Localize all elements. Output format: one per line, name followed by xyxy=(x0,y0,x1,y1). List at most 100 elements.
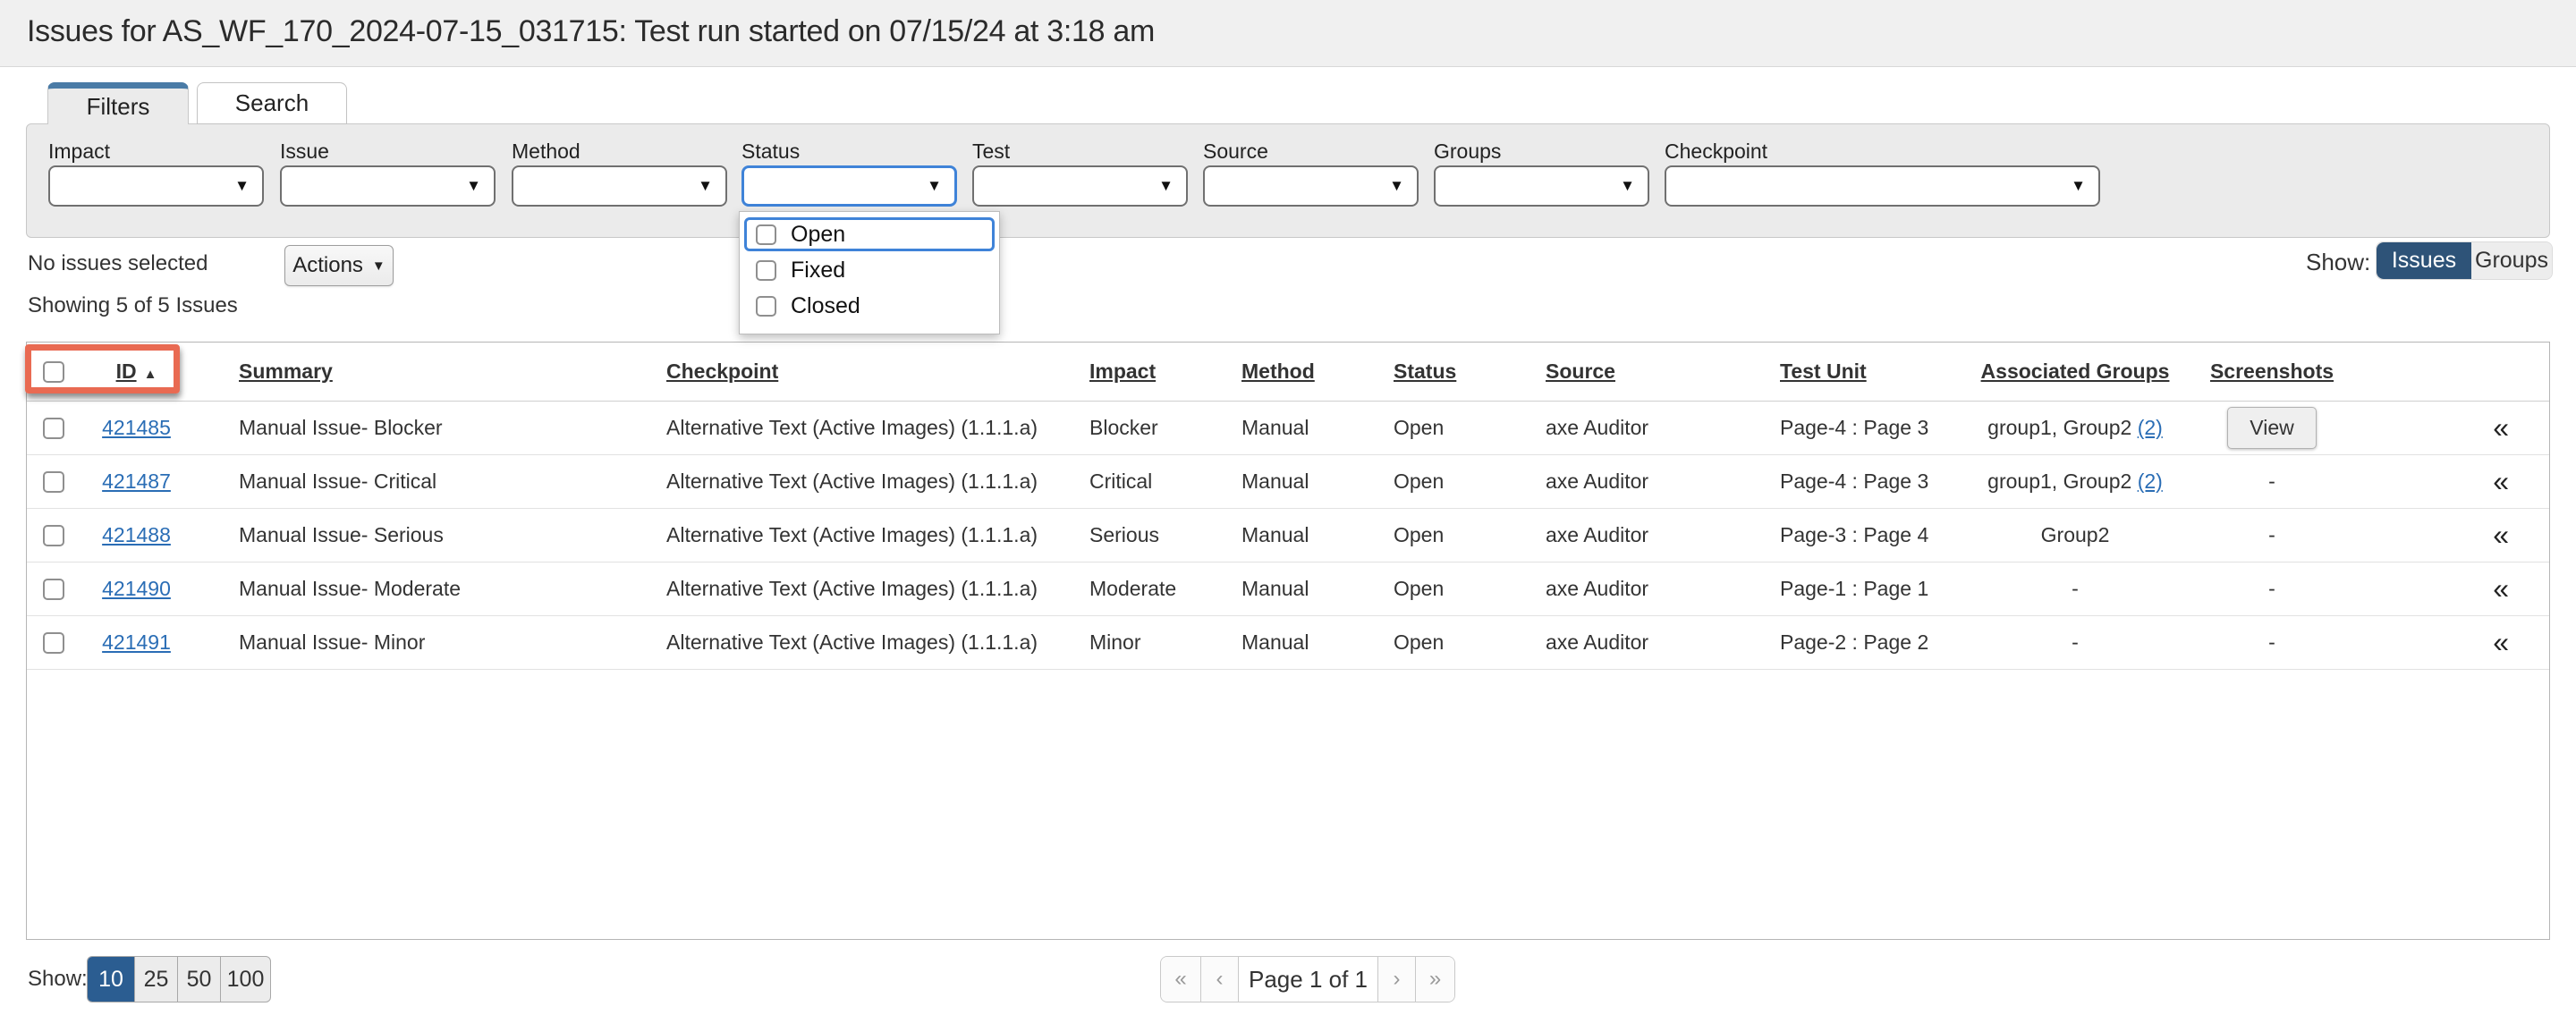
groups-count-link[interactable]: (2) xyxy=(2138,469,2163,493)
previous-page-button[interactable]: ‹ xyxy=(1200,957,1238,1002)
impact-cell: Critical xyxy=(1055,469,1208,494)
page-size-selector: 10 25 50 100 xyxy=(87,956,271,1002)
filter-groups-label: Groups xyxy=(1434,140,1501,164)
filter-issue-type-select[interactable]: ▼ xyxy=(280,165,496,207)
next-page-button[interactable]: › xyxy=(1377,957,1415,1002)
issue-id-link[interactable]: 421487 xyxy=(102,469,171,493)
page-title: Issues for AS_WF_170_2024-07-15_031715: … xyxy=(27,14,1155,49)
status-closed-checkbox[interactable] xyxy=(756,296,776,317)
collapse-row-icon[interactable]: « xyxy=(2493,519,2509,551)
status-cell: Open xyxy=(1360,523,1512,547)
table-row: 421488 Manual Issue- Serious Alternative… xyxy=(27,509,2549,563)
title-strip: Issues for AS_WF_170_2024-07-15_031715: … xyxy=(0,0,2576,67)
collapse-row-icon[interactable]: « xyxy=(2493,465,2509,497)
status-closed-label: Closed xyxy=(791,293,860,319)
page-size-50-button[interactable]: 50 xyxy=(177,957,220,1002)
last-page-button[interactable]: » xyxy=(1415,957,1454,1002)
source-cell: axe Auditor xyxy=(1512,523,1726,547)
status-fixed-checkbox[interactable] xyxy=(756,260,776,281)
filter-method-label: Method xyxy=(512,140,580,164)
checkpoint-cell: Alternative Text (Active Images) (1.1.1.… xyxy=(653,577,1055,601)
collapse-row-icon[interactable]: « xyxy=(2493,572,2509,605)
test-unit-cell: Page-4 : Page 3 xyxy=(1726,416,1950,440)
method-cell: Manual xyxy=(1208,630,1360,655)
select-all-checkbox[interactable] xyxy=(43,361,64,383)
filter-status-select[interactable]: ▼ xyxy=(741,165,957,207)
filter-panel: Impact ▼ Issue type ▼ Method ▼ Status ▼ … xyxy=(26,123,2550,238)
checkpoint-cell: Alternative Text (Active Images) (1.1.1.… xyxy=(653,416,1055,440)
column-header-source[interactable]: Source xyxy=(1512,360,1726,384)
caret-down-icon: ▼ xyxy=(1620,177,1635,195)
issue-id-link[interactable]: 421488 xyxy=(102,523,171,546)
row-checkbox[interactable] xyxy=(43,632,64,654)
impact-cell: Moderate xyxy=(1055,577,1208,601)
tab-search-label: Search xyxy=(235,89,309,117)
checkpoint-cell: Alternative Text (Active Images) (1.1.1.… xyxy=(653,630,1055,655)
row-checkbox[interactable] xyxy=(43,579,64,600)
collapse-row-icon[interactable]: « xyxy=(2493,626,2509,658)
summary-cell: Manual Issue- Serious xyxy=(192,523,653,547)
tab-filters[interactable]: Filters xyxy=(47,82,189,124)
row-checkbox[interactable] xyxy=(43,525,64,546)
page-size-10-button[interactable]: 10 xyxy=(88,957,134,1002)
table-row: 421490 Manual Issue- Moderate Alternativ… xyxy=(27,563,2549,616)
method-cell: Manual xyxy=(1208,577,1360,601)
column-header-impact[interactable]: Impact xyxy=(1055,360,1208,384)
test-unit-cell: Page-2 : Page 2 xyxy=(1726,630,1950,655)
page-size-label: Show: xyxy=(28,967,88,992)
column-header-screenshots[interactable]: Screenshots xyxy=(2200,360,2343,384)
tab-search[interactable]: Search xyxy=(197,82,347,124)
filter-groups-select[interactable]: ▼ xyxy=(1434,165,1649,207)
column-header-checkpoint[interactable]: Checkpoint xyxy=(653,360,1055,384)
source-cell: axe Auditor xyxy=(1512,630,1726,655)
column-header-id[interactable]: ID▲ xyxy=(80,360,192,384)
column-header-summary[interactable]: Summary xyxy=(192,360,653,384)
groups-cell: - xyxy=(1950,630,2200,655)
column-header-associated-groups[interactable]: Associated Groups xyxy=(1950,360,2200,384)
filter-source-select[interactable]: ▼ xyxy=(1203,165,1419,207)
column-header-test-unit[interactable]: Test Unit xyxy=(1726,360,1950,384)
filter-source-label: Source xyxy=(1203,140,1268,164)
column-header-status[interactable]: Status xyxy=(1360,360,1512,384)
issue-id-link[interactable]: 421490 xyxy=(102,577,171,600)
summary-cell: Manual Issue- Critical xyxy=(192,469,653,494)
groups-count-link[interactable]: (2) xyxy=(2138,416,2163,439)
toggle-groups-button[interactable]: Groups xyxy=(2471,242,2552,279)
caret-down-icon: ▼ xyxy=(372,258,386,274)
row-checkbox[interactable] xyxy=(43,471,64,493)
show-toggle-label: Show: xyxy=(2306,249,2370,276)
issue-id-link[interactable]: 421491 xyxy=(102,630,171,654)
filter-test-unit-select[interactable]: ▼ xyxy=(972,165,1188,207)
page-indicator: Page 1 of 1 xyxy=(1238,957,1377,1002)
row-checkbox[interactable] xyxy=(43,418,64,439)
first-page-button[interactable]: « xyxy=(1161,957,1200,1002)
column-header-method[interactable]: Method xyxy=(1208,360,1360,384)
caret-down-icon: ▼ xyxy=(1158,177,1174,195)
method-cell: Manual xyxy=(1208,523,1360,547)
filter-method-select[interactable]: ▼ xyxy=(512,165,727,207)
impact-cell: Minor xyxy=(1055,630,1208,655)
groups-cell: - xyxy=(1950,577,2200,601)
view-screenshot-button[interactable]: View xyxy=(2227,407,2316,449)
impact-cell: Serious xyxy=(1055,523,1208,547)
filter-impact-select[interactable]: ▼ xyxy=(48,165,264,207)
status-option-open[interactable]: Open xyxy=(744,217,995,251)
status-option-closed[interactable]: Closed xyxy=(744,289,995,323)
screenshots-cell: - xyxy=(2200,469,2343,494)
status-dropdown-popup: Open Fixed Closed xyxy=(739,211,1000,334)
actions-button[interactable]: Actions ▼ xyxy=(284,245,394,286)
checkpoint-cell: Alternative Text (Active Images) (1.1.1.… xyxy=(653,469,1055,494)
page-size-100-button[interactable]: 100 xyxy=(220,957,270,1002)
status-open-checkbox[interactable] xyxy=(756,224,776,245)
test-unit-cell: Page-1 : Page 1 xyxy=(1726,577,1950,601)
filter-checkpoint-select[interactable]: ▼ xyxy=(1665,165,2100,207)
page-size-25-button[interactable]: 25 xyxy=(134,957,177,1002)
issue-id-link[interactable]: 421485 xyxy=(102,416,171,439)
filter-impact-label: Impact xyxy=(48,140,110,164)
toggle-issues-button[interactable]: Issues xyxy=(2377,242,2471,279)
collapse-row-icon[interactable]: « xyxy=(2493,411,2509,444)
status-option-fixed[interactable]: Fixed xyxy=(744,253,995,287)
status-cell: Open xyxy=(1360,630,1512,655)
checkpoint-cell: Alternative Text (Active Images) (1.1.1.… xyxy=(653,523,1055,547)
caret-down-icon: ▼ xyxy=(698,177,713,195)
